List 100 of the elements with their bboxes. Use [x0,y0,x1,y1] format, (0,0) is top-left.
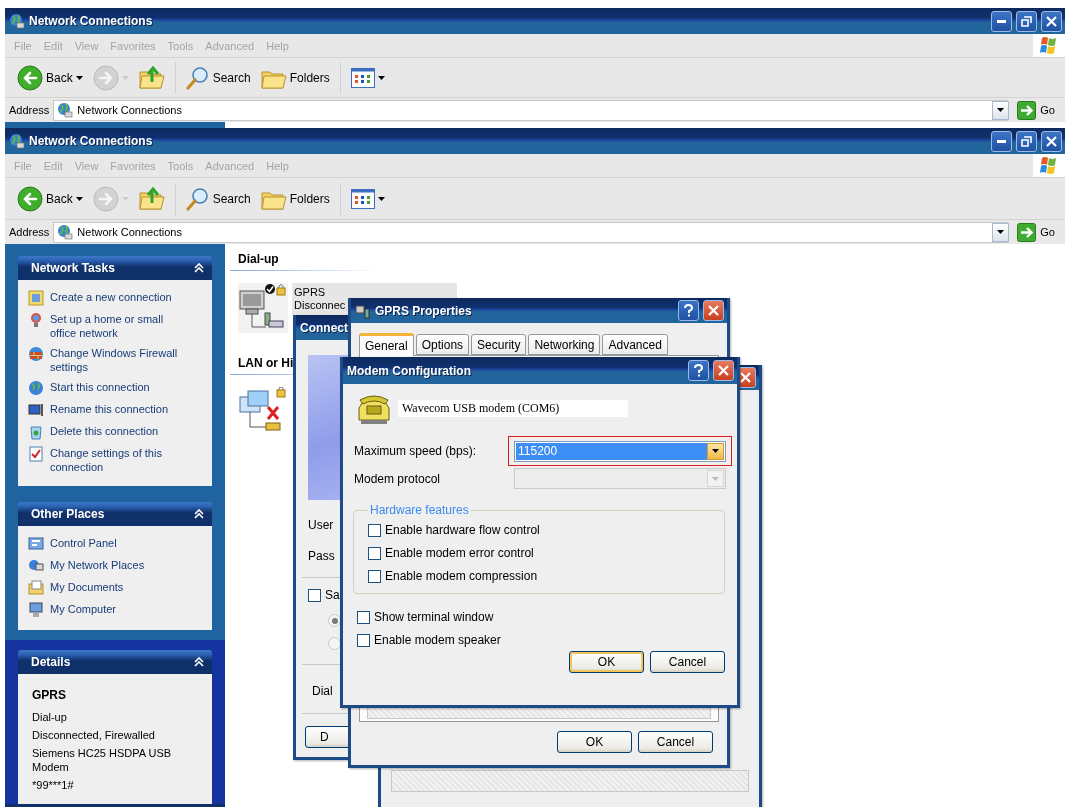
checkbox[interactable] [368,523,381,537]
checkbox[interactable] [357,633,370,647]
field-label: User [308,518,334,532]
back-button[interactable]: Back [13,183,87,214]
window-icon [28,290,44,306]
field-label: Pass [308,549,335,563]
collapse-button[interactable] [194,509,204,519]
tab[interactable]: Advanced [602,334,668,355]
flag-logo [1039,35,1059,56]
dialog-button[interactable]: Cancel [650,651,725,673]
checkbox-option[interactable]: Enable modem speaker [357,633,737,647]
window-title: Network Connections [29,14,153,28]
modem-name-field: Wavecom USB modem (COM6) [398,399,628,417]
globe-icon [9,13,25,29]
tab[interactable]: General [359,333,414,356]
tab[interactable]: Security [471,334,527,355]
panel-title: Network Tasks [31,261,115,275]
checkbox-option[interactable]: Show terminal window [357,610,737,624]
connection-item[interactable] [238,283,288,333]
go-button[interactable]: Go [1015,222,1061,242]
minimize-icon [997,19,1006,23]
close-icon [740,372,751,383]
task-link[interactable]: Change Windows Firewall settings [28,346,202,374]
address-label: Address [9,104,50,116]
collapse-button[interactable] [194,263,204,273]
dropdown-button[interactable] [992,222,1010,242]
close-button[interactable] [1041,10,1062,32]
address-label: Address [9,226,50,238]
search-icon [185,186,210,211]
detail-text: Siemens HC25 HSDPA USB Modem [32,746,173,774]
globe-icon [57,102,74,118]
task-link[interactable]: Start this connection [28,380,202,396]
collapse-button[interactable] [194,657,204,667]
task-link[interactable]: My Computer [28,602,202,618]
bin-icon [28,424,44,440]
minimize-button[interactable] [991,130,1012,152]
task-link[interactable]: Control Panel [28,536,202,552]
task-link[interactable]: My Documents [28,580,202,596]
checkbox[interactable] [368,569,381,583]
address-field[interactable]: Network Connections [53,99,1009,121]
tab[interactable]: Networking [528,334,601,355]
search-button[interactable]: Search [181,184,255,213]
collapse-chevron-icon [194,657,204,667]
window-title: Network Connections [29,134,153,148]
dropdown-button[interactable] [992,100,1010,120]
globe-icon [57,224,74,240]
go-button[interactable]: Go [1015,100,1061,120]
close-icon [1046,15,1057,27]
caret-icon [377,75,385,80]
task-link[interactable]: Rename this connection [28,402,202,418]
help-icon [684,304,693,317]
caret-icon [121,196,129,201]
detail-name: GPRS [32,688,67,702]
dialog-button[interactable]: OK [569,651,644,673]
restore-icon [1021,135,1032,147]
connection-icon [355,302,371,319]
checkbox[interactable] [308,588,321,602]
network-places-icon [28,558,44,574]
checkbox[interactable] [368,546,381,560]
tab[interactable]: Options [415,334,470,355]
checkbox[interactable] [357,610,370,624]
folder-up-icon [138,186,165,211]
views-icon [350,188,375,209]
restore-button[interactable] [1016,130,1037,152]
task-link[interactable]: My Network Places [28,558,202,574]
globe-icon [28,380,44,396]
globe-icon [9,133,25,149]
checkbox-option[interactable]: Enable modem compression [368,569,710,583]
dialog-title: Modem Configuration [347,363,471,378]
panel-title: Other Places [31,507,105,521]
caret-icon [997,108,1005,112]
group-title: Dial-up [238,252,279,266]
document-check-icon [28,446,44,462]
task-link[interactable]: Set up a home or small office network [28,312,202,340]
task-link[interactable]: Delete this connection [28,424,202,440]
help-icon [694,364,703,377]
dialog-button[interactable]: OK [557,731,632,753]
caret-icon [121,75,129,80]
close-icon [718,365,729,376]
group-title: LAN or Hi [238,356,294,370]
help-button[interactable] [688,360,709,381]
panel-title: Details [31,655,71,669]
help-button[interactable] [678,300,699,321]
folders-button[interactable]: Folders [256,63,334,92]
documents-folder-icon [28,580,44,596]
task-link[interactable]: Create a new connection [28,290,202,306]
checkbox-option[interactable]: Enable modem error control [368,546,710,560]
close-button[interactable] [1041,130,1062,152]
checkbox-option[interactable]: Enable hardware flow control [368,523,710,537]
folders-button[interactable]: Folders [256,184,334,213]
minimize-button[interactable] [991,10,1012,32]
address-field[interactable]: Network Connections [53,221,1009,243]
restore-button[interactable] [1016,10,1037,32]
task-link[interactable]: Change settings of this connection [28,446,202,474]
caret-icon [75,196,83,201]
dialog-button[interactable]: Cancel [638,731,713,753]
search-button[interactable]: Search [181,63,255,92]
back-button[interactable]: Back [13,62,87,93]
collapse-chevron-icon [194,263,204,273]
network-globe-icon [28,312,44,328]
